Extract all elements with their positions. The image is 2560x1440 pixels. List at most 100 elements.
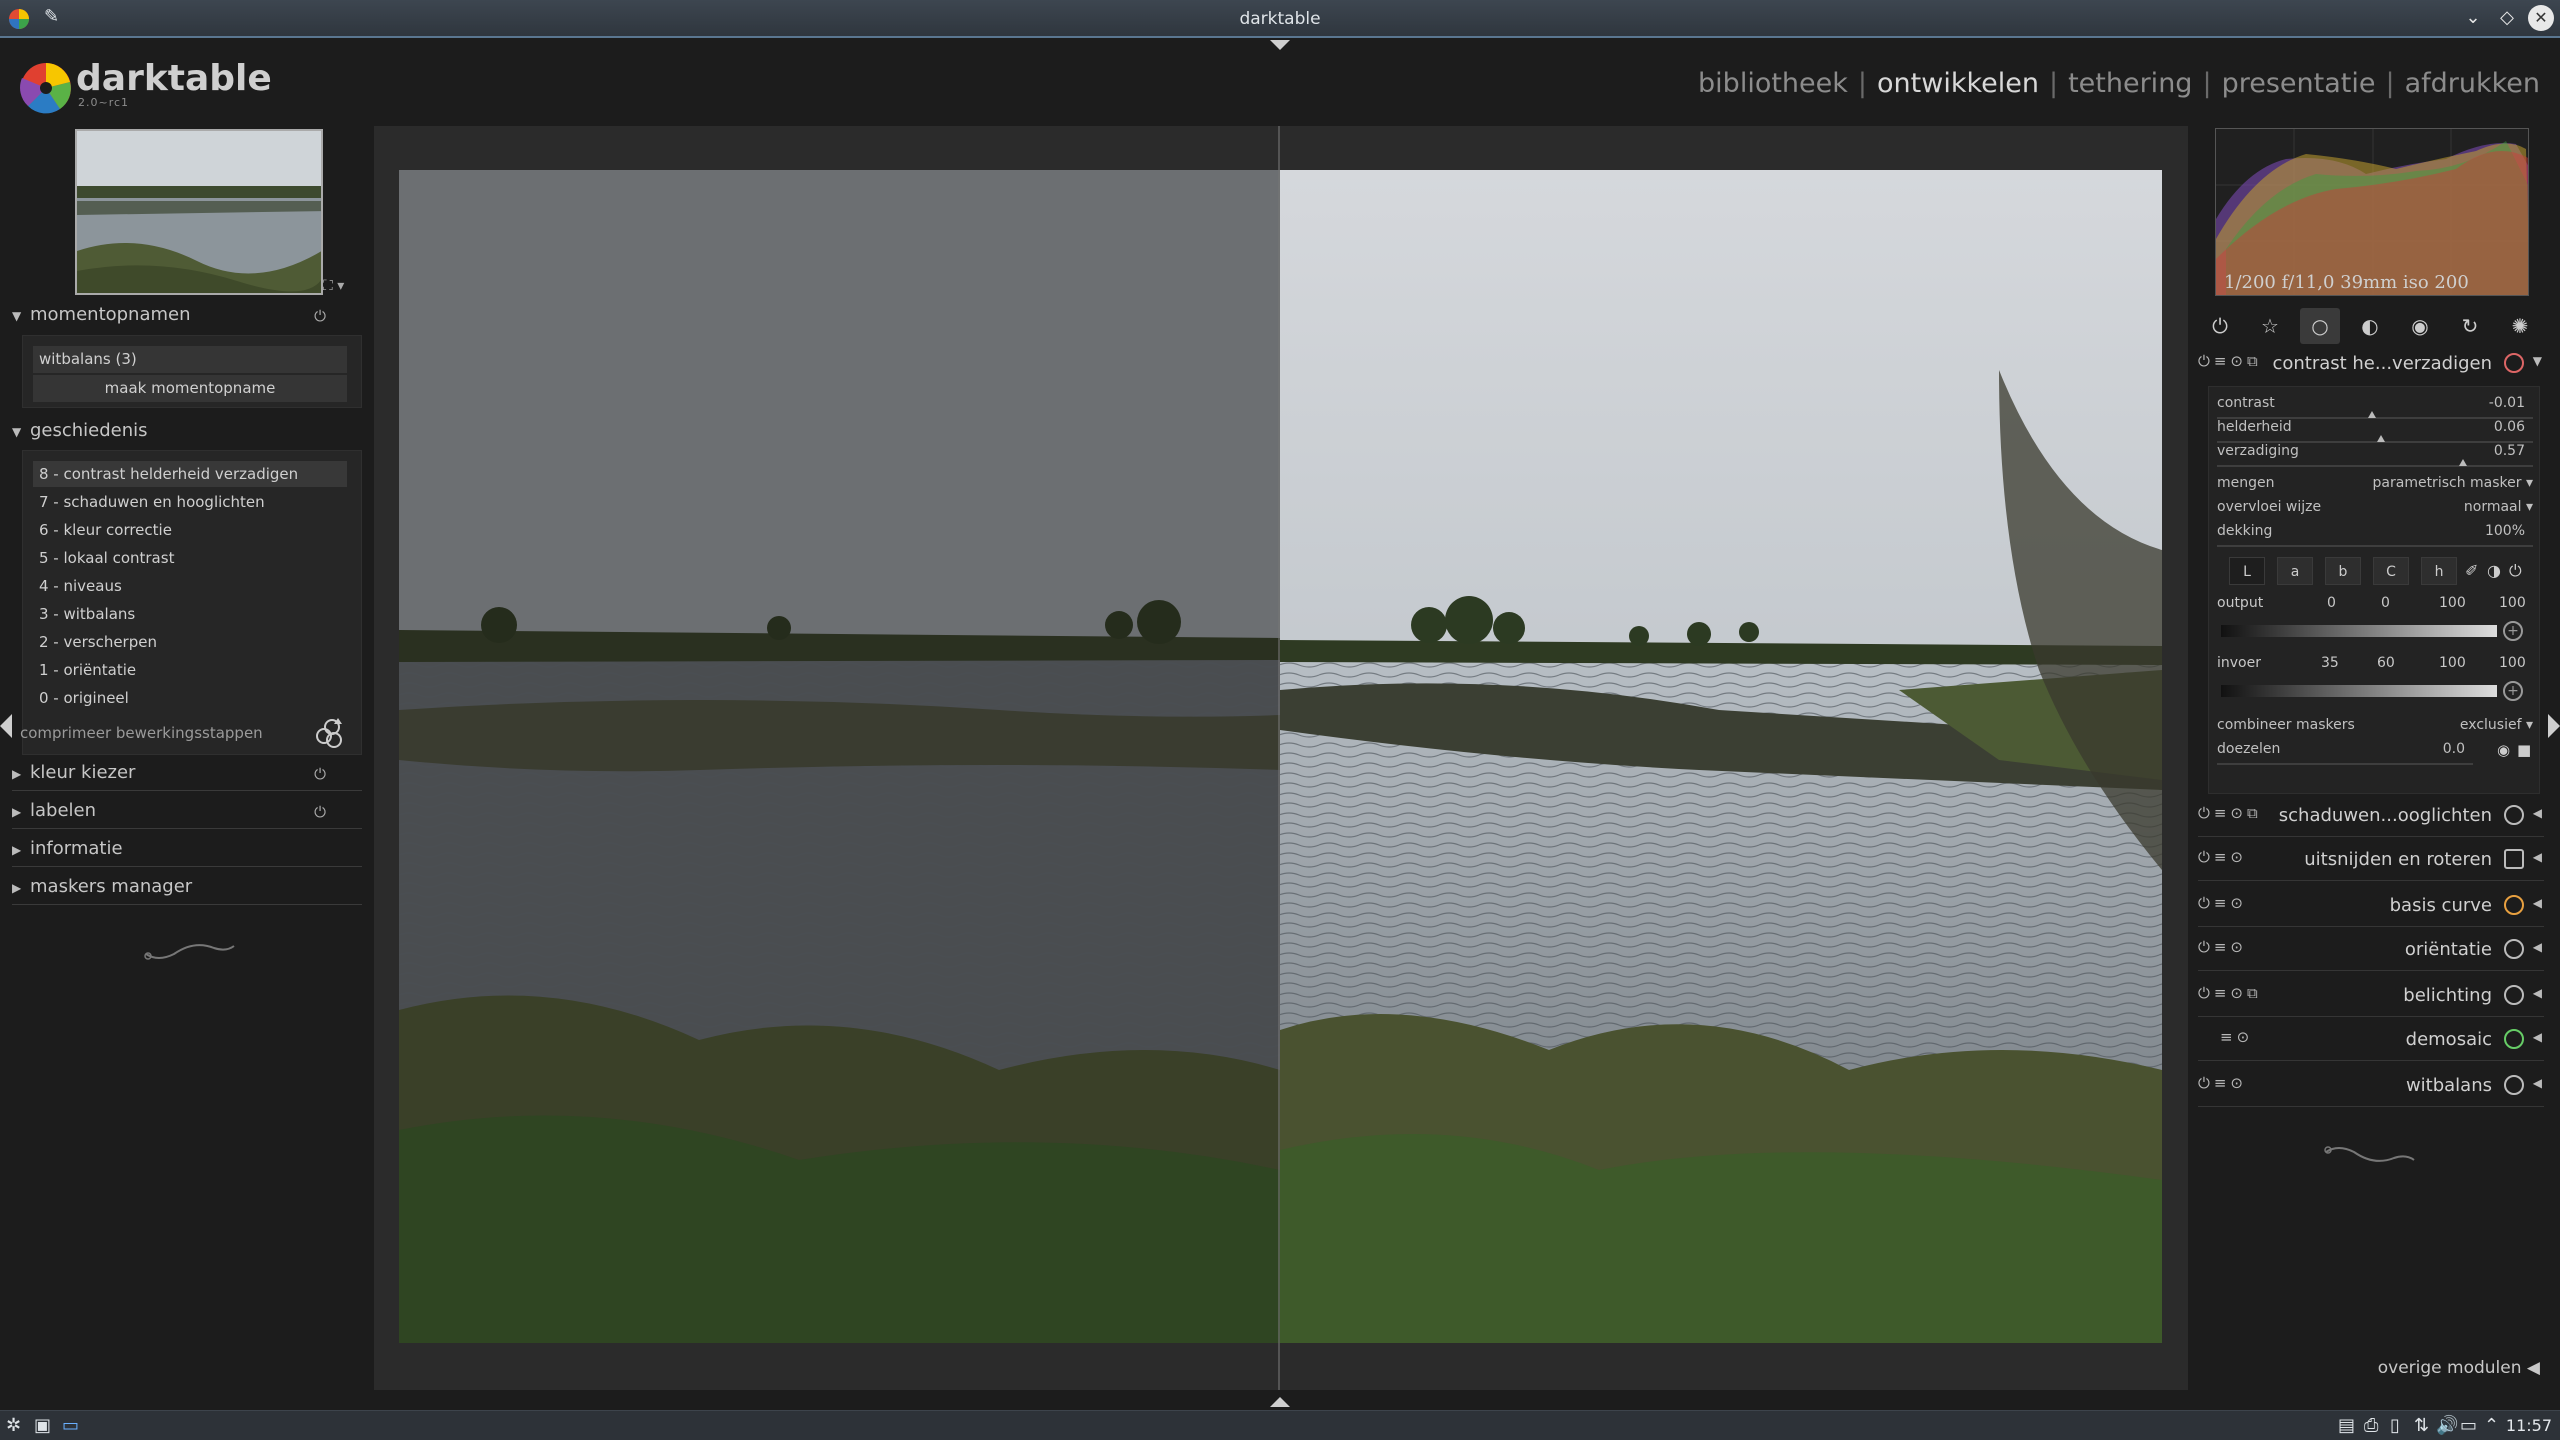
history-item[interactable]: 5 - lokaal contrast [33,545,347,571]
tray-volume-icon[interactable]: 🔊 [2436,1415,2458,1436]
maximize-icon[interactable]: ◇ [2494,5,2520,31]
module-demosaic-header[interactable]: ≡⊙ demosaic ◀ [2198,1020,2544,1060]
tab-channel-a[interactable]: a [2277,557,2313,585]
compress-styles-icon[interactable] [312,714,348,750]
color-group-icon[interactable]: ◉ [2400,308,2440,344]
opacity-slider[interactable]: dekking 100% [2217,523,2533,547]
saturation-slider[interactable]: verzadiging 0.57 [2217,443,2533,467]
start-menu-icon[interactable]: ✲ [6,1415,21,1436]
snapshot-item[interactable]: witbalans (3) [33,346,347,373]
tagging-header[interactable]: ▶ labelen ⏻ [12,800,362,830]
module-crop-rotate-header[interactable]: ⏻≡⊙ uitsnijden en roteren ◀ [2198,840,2544,880]
more-modules-button[interactable]: overige modulen ◀ [2378,1358,2540,1378]
history-item[interactable]: 1 - oriëntatie [33,657,347,683]
module-controls-icon[interactable]: ⏻≡⊙ [2198,1074,2247,1092]
tray-network-icon[interactable]: ⇅ [2414,1415,2429,1436]
blend-mode-combo[interactable]: mengen parametrisch masker ▾ [2217,475,2533,497]
invert-icon[interactable]: ◑ [2487,561,2501,580]
show-mask-icon[interactable]: ◉ [2497,741,2510,759]
power-icon[interactable]: ⏻ [2200,308,2240,344]
take-snapshot-button[interactable]: maak momentopname [33,375,347,402]
tab-channel-l[interactable]: L [2229,557,2265,585]
collapse-icon[interactable]: ▼ [2533,354,2542,368]
module-controls-icon[interactable]: ⏻≡⊙⧉ [2198,804,2262,822]
color-picker-header[interactable]: ▶ kleur kiezer ⏻ [12,762,362,792]
expand-icon[interactable]: ◀ [2533,850,2542,864]
bottom-panel-toggle-icon[interactable] [1270,1397,1290,1407]
module-contrast-header[interactable]: ⏻≡⊙⧉ contrast he...verzadigen ▼ [2198,344,2544,384]
output-add-icon[interactable]: + [2503,621,2523,641]
module-controls-icon[interactable]: ⏻≡⊙⧉ [2198,984,2262,1002]
contrast-slider[interactable]: contrast -0.01 [2217,395,2533,419]
tray-battery-icon[interactable]: ▯ [2390,1415,2400,1436]
history-item[interactable]: 4 - niveaus [33,573,347,599]
navigation-thumbnail[interactable] [75,129,323,295]
right-panel-toggle-icon[interactable] [2548,714,2560,738]
slider-knob[interactable] [2459,459,2468,466]
tray-display-icon[interactable]: ▤ [2338,1415,2355,1436]
view-presentatie[interactable]: presentatie [2222,68,2376,99]
image-preview[interactable] [399,170,2162,1343]
module-exposure-header[interactable]: ⏻≡⊙⧉ belichting ◀ [2198,976,2544,1016]
slider-knob[interactable] [2377,435,2386,442]
tray-printer-icon[interactable]: ⎙ [2364,1415,2378,1436]
expand-icon[interactable]: ◀ [2533,940,2542,954]
expand-icon[interactable]: ◀ [2533,806,2542,820]
history-item[interactable]: 8 - contrast helderheid verzadigen [33,461,347,487]
split-view-divider[interactable] [1278,126,1280,1390]
view-afdrukken[interactable]: afdrukken [2405,68,2540,99]
expand-icon[interactable]: ◀ [2533,896,2542,910]
minimize-icon[interactable]: ⌄ [2460,5,2486,31]
view-ontwikkelen[interactable]: ontwikkelen [1877,68,2039,99]
reset-icon[interactable]: ⏻ [314,307,326,325]
history-item[interactable]: 2 - verscherpen [33,629,347,655]
histogram[interactable] [2215,128,2529,296]
module-controls-icon[interactable]: ⏻≡⊙ [2198,848,2247,866]
module-base-curve-header[interactable]: ⏻≡⊙ basis curve ◀ [2198,886,2544,926]
slider-knob[interactable] [2367,411,2376,418]
masks-manager-header[interactable]: ▶ maskers manager [12,876,362,906]
basic-group-icon[interactable]: ○ [2300,308,2340,344]
effects-group-icon[interactable]: ✺ [2500,308,2540,344]
history-item[interactable]: 3 - witbalans [33,601,347,627]
compress-history-button[interactable]: comprimeer bewerkingsstappen [20,724,263,742]
tray-screen-icon[interactable]: ▭ [2460,1415,2477,1436]
history-header[interactable]: ▼ geschiedenis [12,420,362,450]
overlay-mode-combo[interactable]: overvloei wijze normaal ▾ [2217,499,2533,521]
image-info-header[interactable]: ▶ informatie [12,838,362,868]
module-controls-icon[interactable]: ⏻≡⊙ [2198,894,2247,912]
module-controls-icon[interactable]: ⏻≡⊙⧉ [2198,352,2262,370]
close-icon[interactable]: ✕ [2528,5,2554,31]
input-gradient-slider[interactable] [2221,685,2497,697]
display-mask-icon[interactable]: ■ [2517,741,2531,759]
snapshots-header[interactable]: ▼ momentopnamen ⏻ [12,304,362,334]
tray-expand-icon[interactable]: ⌃ [2484,1415,2499,1436]
module-shadows-highlights-header[interactable]: ⏻≡⊙⧉ schaduwen...ooglichten ◀ [2198,796,2544,836]
view-tethering[interactable]: tethering [2068,68,2192,99]
view-bibliotheek[interactable]: bibliotheek [1698,68,1848,99]
reset-icon[interactable]: ⏻ [2509,561,2522,581]
expand-icon[interactable]: ◀ [2533,1030,2542,1044]
tab-channel-h[interactable]: h [2421,557,2457,585]
tab-channel-b[interactable]: b [2325,557,2361,585]
expand-icon[interactable]: ◀ [2533,986,2542,1000]
reset-icon[interactable]: ⏻ [314,765,326,783]
correction-group-icon[interactable]: ↻ [2450,308,2490,344]
input-add-icon[interactable]: + [2503,681,2523,701]
favorites-icon[interactable]: ☆ [2250,308,2290,344]
top-panel-toggle-icon[interactable] [1270,40,1290,50]
combine-masks-combo[interactable]: combineer maskers exclusief ▾ [2217,717,2533,739]
zoom-controls-icon[interactable]: ⛶ ▾ [323,278,344,294]
reset-icon[interactable]: ⏻ [314,803,326,821]
module-white-balance-header[interactable]: ⏻≡⊙ witbalans ◀ [2198,1066,2544,1106]
color-picker-icon[interactable]: ✐ [2465,561,2478,580]
blur-slider[interactable]: doezelen 0.0 [2217,741,2473,765]
history-item[interactable]: 6 - kleur correctie [33,517,347,543]
tab-channel-c[interactable]: C [2373,557,2409,585]
brightness-slider[interactable]: helderheid 0.06 [2217,419,2533,443]
expand-icon[interactable]: ◀ [2533,1076,2542,1090]
history-item[interactable]: 7 - schaduwen en hooglichten [33,489,347,515]
tone-group-icon[interactable]: ◐ [2350,308,2390,344]
module-controls-icon[interactable]: ≡⊙ [2220,1028,2253,1046]
file-manager-icon[interactable]: ▣ [34,1415,51,1436]
